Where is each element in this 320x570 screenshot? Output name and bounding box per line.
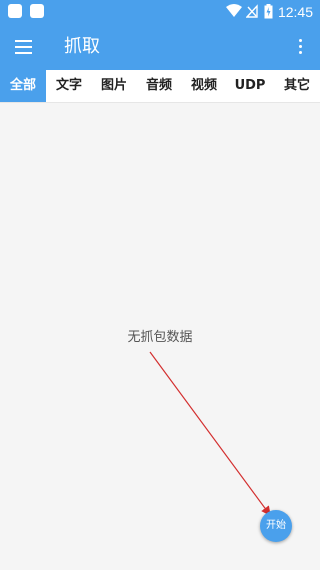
annotation-arrow bbox=[149, 351, 271, 516]
start-capture-button[interactable]: 开始 bbox=[260, 510, 292, 542]
